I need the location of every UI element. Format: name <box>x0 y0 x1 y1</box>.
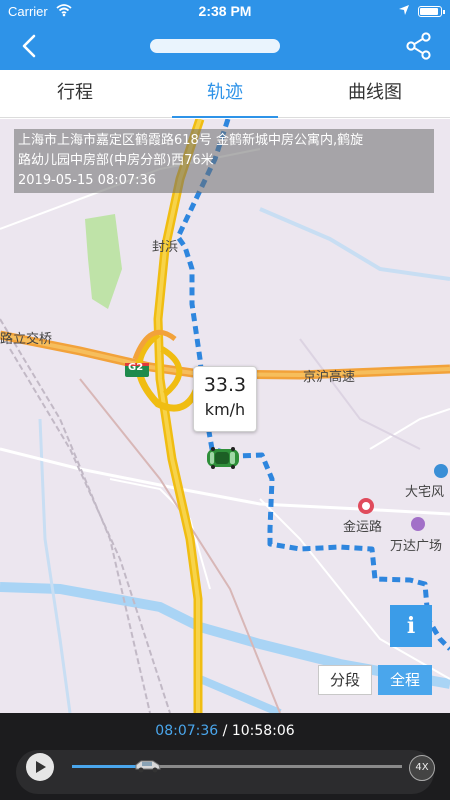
playback-track-bg <box>16 750 434 794</box>
nav-bar <box>0 22 450 70</box>
tab-track[interactable]: 轨迹 <box>150 70 300 118</box>
status-bar: Carrier 2:38 PM <box>0 0 450 22</box>
playback-time: 08:07:36 / 10:58:06 <box>0 723 450 739</box>
map-view[interactable]: 封浜 路立交桥 G2 京沪高速 大宅风 金运路 万达广场 上海市上海市嘉定区鹤霞… <box>0 119 450 713</box>
address-text-line2: 路幼儿园中房部(中房分部)西76米 <box>18 153 214 168</box>
map-label-lijiao: 路立交桥 <box>0 332 53 347</box>
tab-bar: 行程 轨迹 曲线图 <box>0 70 450 118</box>
map-label-fenghai: 封浜 <box>152 240 179 255</box>
map-label-wanda: 万达广场 <box>390 539 443 554</box>
info-button[interactable]: i <box>390 605 432 647</box>
current-time: 08:07:36 <box>155 723 219 739</box>
playback-speed-button[interactable]: 4X <box>409 755 435 781</box>
segment-button[interactable]: 分段 <box>318 665 372 695</box>
playback-bar: 08:07:36 / 10:58:06 4X <box>0 713 450 800</box>
speed-unit: km/h <box>204 400 246 419</box>
top-bar: Carrier 2:38 PM <box>0 0 450 70</box>
address-overlay: 上海市上海市嘉定区鹤霞路618号 金鹤新城中房公寓内,鹤旋 路幼儿园中房部(中房… <box>14 129 434 193</box>
status-time: 2:38 PM <box>198 3 252 19</box>
map-label-dazhai: 大宅风 <box>405 485 445 500</box>
redacted-title <box>150 39 280 53</box>
battery-icon <box>418 6 445 17</box>
progress-rail[interactable] <box>72 765 402 768</box>
location-arrow-icon <box>399 5 409 15</box>
speed-callout: 33.3 km/h <box>193 366 257 432</box>
timestamp-text: 2019-05-15 08:07:36 <box>18 173 157 188</box>
speed-value: 33.3 <box>203 374 247 396</box>
map-label-jinyun: 金运路 <box>343 520 383 535</box>
car-icon <box>207 447 239 469</box>
play-button[interactable] <box>26 753 54 781</box>
car-slider-icon[interactable] <box>133 757 163 775</box>
address-text-line1: 上海市上海市嘉定区鹤霞路618号 金鹤新城中房公寓内,鹤旋 <box>18 133 364 148</box>
total-time: 10:58:06 <box>231 723 295 739</box>
map-label-jinghu: 京沪高速 <box>303 370 356 385</box>
share-icon[interactable] <box>406 32 432 60</box>
page-title <box>150 36 300 56</box>
map-label-g2: G2 <box>128 362 144 373</box>
full-trip-button[interactable]: 全程 <box>378 665 432 695</box>
tab-trip[interactable]: 行程 <box>0 70 150 117</box>
tab-chart[interactable]: 曲线图 <box>300 70 450 117</box>
back-icon[interactable] <box>16 32 44 60</box>
time-separator: / <box>218 723 232 739</box>
